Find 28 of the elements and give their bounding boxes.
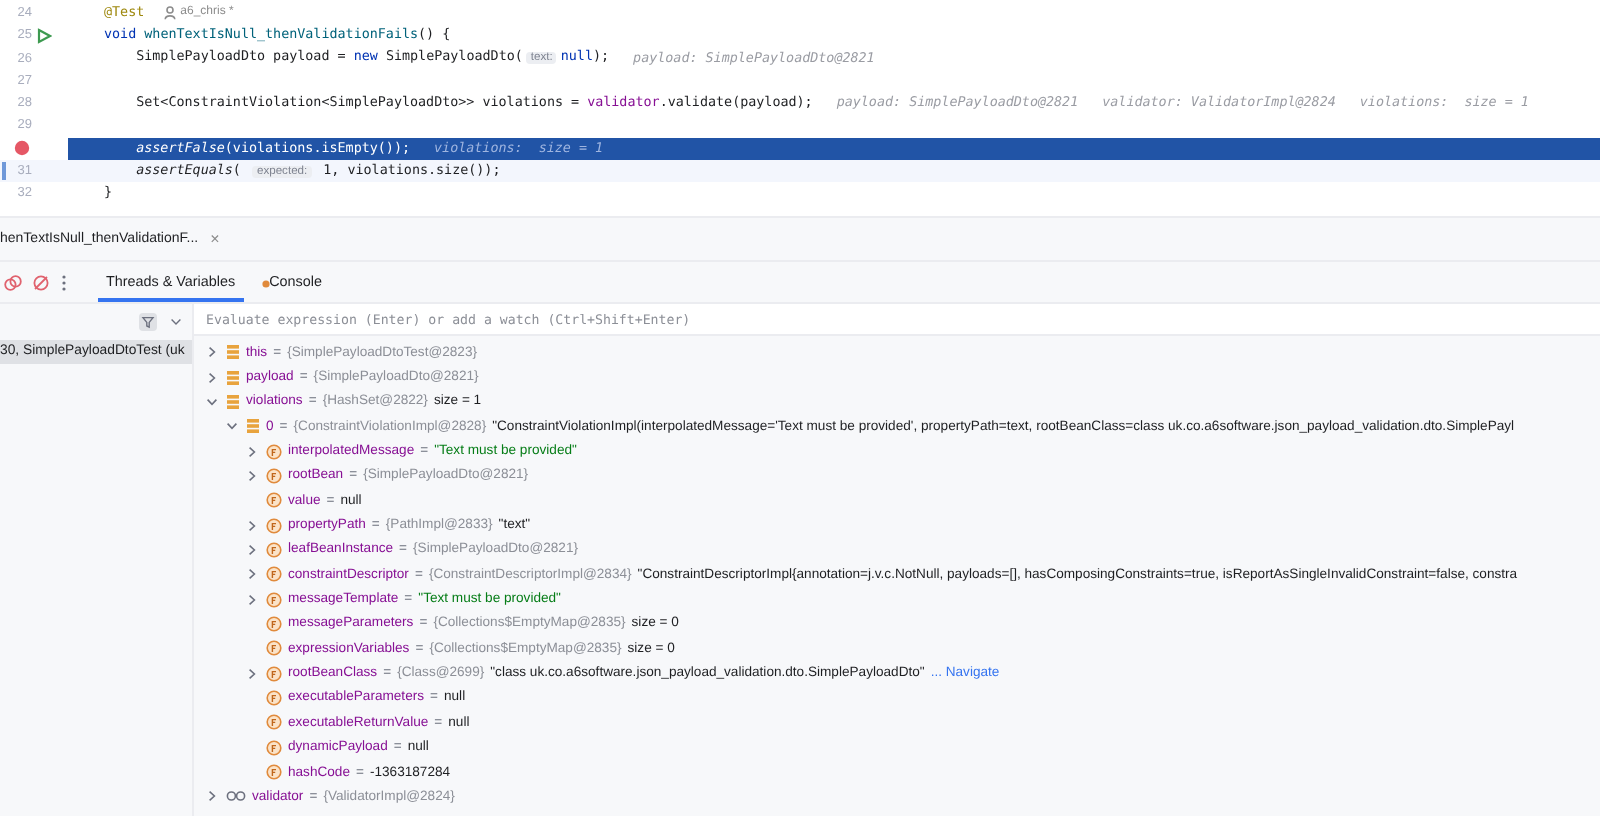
breakpoint-icon[interactable] <box>14 140 30 157</box>
breakpoints-icon[interactable] <box>4 273 22 291</box>
field-icon <box>266 517 282 534</box>
field-icon <box>266 492 282 509</box>
run-icon[interactable] <box>36 27 52 44</box>
field-icon <box>266 591 282 608</box>
field-icon <box>266 739 282 756</box>
caret-icon[interactable] <box>170 317 182 325</box>
variable-icon <box>226 369 240 386</box>
person-icon <box>164 6 177 21</box>
field-icon <box>266 764 282 781</box>
field-icon <box>266 689 282 706</box>
variable-icon <box>226 393 240 410</box>
variable-icon <box>226 344 240 361</box>
field-icon <box>266 541 282 558</box>
field-icon <box>266 566 282 583</box>
field-icon <box>266 443 282 460</box>
variable-icon <box>246 418 260 435</box>
mute-breakpoints-icon[interactable] <box>32 273 50 291</box>
dot-icon <box>261 279 270 287</box>
field-icon <box>266 640 282 657</box>
field-icon <box>266 467 282 484</box>
more-icon[interactable] <box>60 273 68 291</box>
watch-icon <box>226 790 246 803</box>
field-icon <box>266 615 282 632</box>
field-icon <box>266 665 282 682</box>
field-icon <box>266 714 282 731</box>
filter-icon[interactable] <box>138 311 158 331</box>
